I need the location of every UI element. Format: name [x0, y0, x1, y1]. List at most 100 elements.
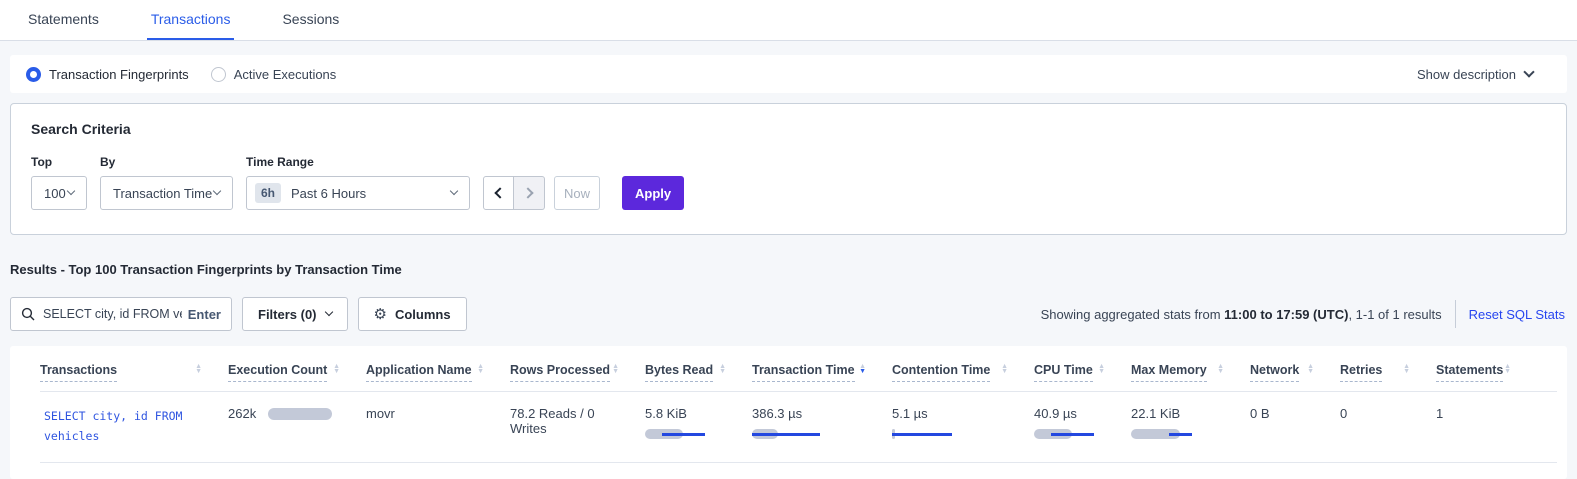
chevron-down-icon [450, 187, 458, 195]
query-search-box: Enter [10, 297, 232, 331]
column-label: Network [1250, 363, 1299, 382]
cell-application_name: movr [366, 406, 510, 421]
sort-icon[interactable]: ▲▼ [477, 363, 484, 374]
column-header-retries[interactable]: Retries▲▼ [1340, 363, 1436, 382]
column-header-network[interactable]: Network ▲▼ [1250, 363, 1340, 382]
view-toggle-band: Transaction Fingerprints Active Executio… [10, 55, 1567, 93]
transaction_time-bar [752, 428, 824, 440]
sort-icon[interactable]: ▲▼ [1403, 363, 1410, 374]
cell-cpu_time: 40.9 µs [1034, 406, 1131, 440]
column-label: Contention Time [892, 363, 990, 382]
time-range-label: Time Range [246, 155, 470, 169]
max_memory-bar [1131, 428, 1203, 440]
sort-icon[interactable]: ▲▼ [333, 363, 340, 374]
top-label: Top [31, 155, 87, 169]
column-header-execution_count[interactable]: Execution Count ▲▼ [228, 363, 366, 382]
by-value: Transaction Time [113, 186, 212, 201]
mean-bar [752, 433, 820, 436]
transaction_time-value: 386.3 µs [752, 406, 878, 421]
cell-network: 0 B [1250, 406, 1340, 421]
contention_time-bar [892, 428, 964, 440]
columns-button[interactable]: ⚙ Columns [358, 297, 467, 331]
by-label: By [100, 155, 233, 169]
results-toolbar: Enter Filters (0) ⚙ Columns Showing aggr… [10, 297, 1567, 331]
contention_time-value: 5.1 µs [892, 406, 1020, 421]
mean-bar [1169, 433, 1192, 436]
column-header-cpu_time[interactable]: CPU Time ▲▼ [1034, 363, 1131, 382]
column-header-max_memory[interactable]: Max Memory ▲▼ [1131, 363, 1250, 382]
now-button[interactable]: Now [554, 176, 600, 210]
results-title: Results - Top 100 Transaction Fingerprin… [10, 262, 1567, 277]
next-time-range-button[interactable] [514, 176, 545, 210]
sort-icon[interactable]: ▲▼ [1001, 363, 1008, 374]
sort-icon[interactable]: ▲▼ [859, 363, 866, 374]
transaction-fingerprint-link[interactable]: SELECT city, id FROM vehicles [40, 406, 214, 446]
cell-transaction: SELECT city, id FROM vehicles [40, 406, 228, 446]
column-label: Transactions [40, 363, 117, 382]
by-select[interactable]: Transaction Time [100, 176, 233, 210]
radio-label: Transaction Fingerprints [49, 67, 189, 82]
radio-transaction-fingerprints[interactable]: Transaction Fingerprints [26, 67, 189, 82]
column-header-transaction_time[interactable]: Transaction Time▲▼ [752, 363, 892, 382]
sort-icon[interactable]: ▲▼ [1307, 363, 1314, 374]
tab-sessions[interactable]: Sessions [278, 1, 343, 40]
cell-execution_count: 262k [228, 406, 366, 421]
sort-icon[interactable]: ▲▼ [1098, 363, 1105, 374]
tab-statements[interactable]: Statements [24, 1, 103, 40]
sort-icon[interactable]: ▲▼ [1504, 363, 1511, 374]
execution-count-bar [268, 408, 332, 420]
search-icon [21, 307, 35, 321]
radio-unselected-icon [211, 67, 226, 82]
search-enter-button[interactable]: Enter [188, 307, 221, 322]
cell-contention_time: 5.1 µs [892, 406, 1034, 440]
time-range-badge: 6h [255, 183, 281, 203]
cell-bytes_read: 5.8 KiB [645, 406, 752, 440]
transactions-table: Transactions▲▼Execution Count▲▼Applicati… [10, 346, 1567, 479]
apply-button[interactable]: Apply [622, 176, 684, 210]
bytes_read-bar [645, 428, 717, 440]
show-description-toggle[interactable]: Show description [1417, 67, 1551, 82]
chevron-down-icon [213, 187, 221, 195]
reset-sql-stats-link[interactable]: Reset SQL Stats [1469, 307, 1567, 322]
column-label: Rows Processed [510, 363, 610, 382]
column-header-rows_processed[interactable]: Rows Processed▲▼ [510, 363, 645, 382]
column-label: Application Name [366, 363, 472, 382]
radio-label: Active Executions [234, 67, 337, 82]
mean-bar [1051, 433, 1094, 436]
filters-button[interactable]: Filters (0) [242, 297, 348, 331]
column-header-application_name[interactable]: Application Name ▲▼ [366, 363, 510, 382]
table-header-row: Transactions▲▼Execution Count▲▼Applicati… [40, 363, 1567, 391]
radio-selected-icon [26, 67, 41, 82]
tab-transactions[interactable]: Transactions [147, 1, 235, 40]
column-header-contention_time[interactable]: Contention Time ▲▼ [892, 363, 1034, 382]
table-row: SELECT city, id FROM vehicles262kmovr78.… [40, 392, 1557, 463]
cell-transaction_time: 386.3 µs [752, 406, 892, 440]
column-header-transaction[interactable]: Transactions ▲▼ [40, 363, 228, 382]
chevron-left-icon [494, 187, 505, 198]
time-range-value: Past 6 Hours [291, 186, 366, 201]
sort-icon[interactable]: ▲▼ [195, 363, 202, 374]
show-description-label: Show description [1417, 67, 1516, 82]
divider [1455, 300, 1456, 328]
column-label: CPU Time [1034, 363, 1093, 382]
filters-label: Filters (0) [258, 307, 317, 322]
sort-icon[interactable]: ▲▼ [719, 363, 726, 374]
mean-bar [662, 433, 705, 436]
gear-icon: ⚙ [374, 305, 387, 323]
column-header-bytes_read[interactable]: Bytes Read▲▼ [645, 363, 752, 382]
sort-icon[interactable]: ▲▼ [1217, 363, 1224, 374]
previous-time-range-button[interactable] [483, 176, 514, 210]
radio-active-executions[interactable]: Active Executions [211, 67, 337, 82]
column-label: Statements [1436, 363, 1503, 382]
column-label: Execution Count [228, 363, 327, 382]
cpu_time-bar [1034, 428, 1106, 440]
column-label: Max Memory [1131, 363, 1207, 382]
column-header-statements[interactable]: Statements▲▼ [1436, 363, 1537, 382]
sort-icon[interactable]: ▲▼ [612, 363, 619, 374]
time-range-select[interactable]: 6h Past 6 Hours [246, 176, 470, 210]
search-criteria-panel: Search Criteria Top 100 By Transaction T… [10, 103, 1567, 235]
chevron-down-icon [1523, 66, 1534, 77]
top-select[interactable]: 100 [31, 176, 87, 210]
search-input[interactable] [43, 307, 182, 321]
chevron-right-icon [522, 187, 533, 198]
